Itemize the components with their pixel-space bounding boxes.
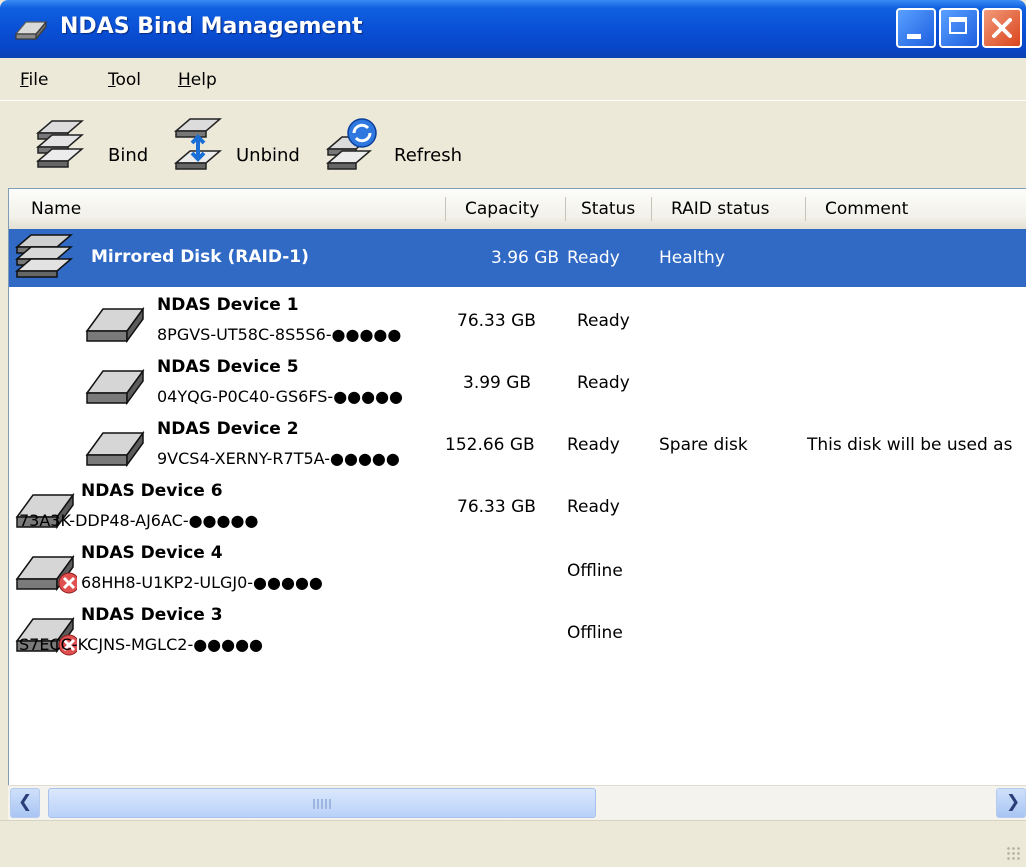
- column-name[interactable]: Name: [31, 189, 81, 229]
- grip-icon: [313, 799, 333, 809]
- title-bar[interactable]: NDAS Bind Management: [0, 0, 1026, 58]
- refresh-button[interactable]: Refresh: [324, 111, 474, 179]
- bind-button[interactable]: Bind: [30, 111, 160, 179]
- table-row[interactable]: NDAS Device 2 9VCS4-XERNY-R7T5A-●●●●● 15…: [9, 413, 1026, 475]
- menu-bar: File Tool Help: [0, 58, 1026, 100]
- horizontal-scrollbar[interactable]: ❮ ❯: [8, 785, 1026, 820]
- row-name: NDAS Device 4: [81, 543, 223, 563]
- row-device-id: 8PGVS-UT58C-8S5S6-●●●●●: [157, 325, 402, 344]
- bind-label: Bind: [108, 145, 149, 166]
- disk-icon: [85, 306, 145, 344]
- bind-disks-icon: [35, 120, 85, 168]
- column-divider[interactable]: [651, 197, 652, 221]
- row-device-id: S7ECC-KCJNS-MGLC2-●●●●●: [19, 635, 264, 654]
- close-icon: [992, 18, 1012, 38]
- scroll-thumb[interactable]: [48, 788, 596, 818]
- row-comment: This disk will be used as: [807, 435, 1013, 455]
- row-status: Ready: [577, 311, 630, 331]
- row-status: Offline: [567, 561, 623, 581]
- disk-icon: [85, 368, 145, 406]
- unbind-disks-icon: [173, 118, 223, 170]
- table-row[interactable]: NDAS Device 4 68HH8-U1KP2-ULGJ0-●●●●● Of…: [9, 537, 1026, 599]
- column-raid-status[interactable]: RAID status: [671, 189, 770, 229]
- column-divider[interactable]: [445, 197, 446, 221]
- row-capacity: 76.33 GB: [457, 311, 536, 331]
- menu-file-label: ile: [28, 70, 49, 90]
- resize-grip-icon[interactable]: [1006, 846, 1022, 862]
- row-status: Ready: [567, 497, 620, 517]
- table-row[interactable]: NDAS Device 3 S7ECC-KCJNS-MGLC2-●●●●● Of…: [9, 599, 1026, 661]
- unbind-label: Unbind: [236, 145, 300, 166]
- menu-tool-mnemonic: T: [108, 70, 116, 90]
- row-raid-status: Spare disk: [659, 435, 748, 455]
- menu-file[interactable]: File: [20, 70, 48, 90]
- minimize-icon: [907, 34, 921, 39]
- row-device-id: 9VCS4-XERNY-R7T5A-●●●●●: [157, 449, 400, 468]
- row-status: Ready: [567, 248, 620, 268]
- table-row[interactable]: NDAS Device 1 8PGVS-UT58C-8S5S6-●●●●● 76…: [9, 289, 1026, 351]
- scroll-left-button[interactable]: ❮: [10, 788, 40, 818]
- row-name: NDAS Device 5: [157, 357, 299, 377]
- row-name: Mirrored Disk (RAID-1): [91, 247, 309, 267]
- refresh-disks-icon: [325, 118, 377, 170]
- column-capacity[interactable]: Capacity: [465, 189, 539, 229]
- column-comment[interactable]: Comment: [825, 189, 908, 229]
- menu-tool[interactable]: Tool: [108, 70, 141, 90]
- window-title: NDAS Bind Management: [60, 14, 363, 39]
- menu-help-label: elp: [190, 70, 217, 90]
- row-capacity: 152.66 GB: [445, 435, 535, 455]
- table-row-selected[interactable]: Mirrored Disk (RAID-1) 3.96 GB Ready Hea…: [9, 229, 1026, 287]
- disk-icon: [85, 430, 145, 468]
- table-row[interactable]: NDAS Device 5 04YQG-P0C40-GS6FS-●●●●● 3.…: [9, 351, 1026, 413]
- device-list[interactable]: Name Capacity Status RAID status Comment…: [8, 188, 1026, 786]
- row-capacity: 76.33 GB: [457, 497, 536, 517]
- row-device-id: 04YQG-P0C40-GS6FS-●●●●●: [157, 387, 404, 406]
- ndas-disk-app-icon: [14, 20, 48, 41]
- maximize-button[interactable]: [939, 8, 979, 48]
- row-name: NDAS Device 3: [81, 605, 223, 625]
- unbind-button[interactable]: Unbind: [168, 111, 308, 179]
- row-device-id: 73A3K-DDP48-AJ6AC-●●●●●: [19, 511, 259, 530]
- menu-file-mnemonic: F: [20, 70, 29, 90]
- raid-disk-icon: [14, 234, 74, 278]
- column-divider[interactable]: [565, 197, 566, 221]
- row-status: Ready: [567, 435, 620, 455]
- status-bar: [0, 820, 1026, 867]
- app-window: NDAS Bind Management File Tool Help Bind: [0, 0, 1026, 867]
- menu-tool-label: ool: [115, 70, 142, 90]
- row-device-id: 68HH8-U1KP2-ULGJ0-●●●●●: [81, 573, 323, 592]
- chevron-right-icon: ❯: [1006, 792, 1021, 812]
- row-status: Ready: [577, 373, 630, 393]
- row-status: Offline: [567, 623, 623, 643]
- row-raid-status: Healthy: [659, 248, 725, 268]
- row-name: NDAS Device 2: [157, 419, 299, 439]
- scroll-right-button[interactable]: ❯: [996, 788, 1026, 818]
- table-row[interactable]: NDAS Device 6 73A3K-DDP48-AJ6AC-●●●●● 76…: [9, 475, 1026, 537]
- maximize-icon: [949, 17, 967, 34]
- offline-disk-icon: [15, 554, 77, 594]
- toolbar: Bind Unbind Refresh: [0, 100, 1026, 189]
- column-divider[interactable]: [805, 197, 806, 221]
- chevron-left-icon: ❮: [18, 792, 33, 812]
- list-header: Name Capacity Status RAID status Comment: [9, 189, 1026, 231]
- row-name: NDAS Device 6: [81, 481, 223, 501]
- column-status[interactable]: Status: [581, 189, 635, 229]
- refresh-label: Refresh: [394, 145, 462, 166]
- close-button[interactable]: [982, 8, 1022, 48]
- row-capacity: 3.96 GB: [491, 248, 560, 268]
- row-name: NDAS Device 1: [157, 295, 299, 315]
- minimize-button[interactable]: [896, 8, 936, 48]
- menu-help[interactable]: Help: [178, 70, 217, 90]
- row-capacity: 3.99 GB: [463, 373, 532, 393]
- menu-help-mnemonic: H: [178, 70, 191, 90]
